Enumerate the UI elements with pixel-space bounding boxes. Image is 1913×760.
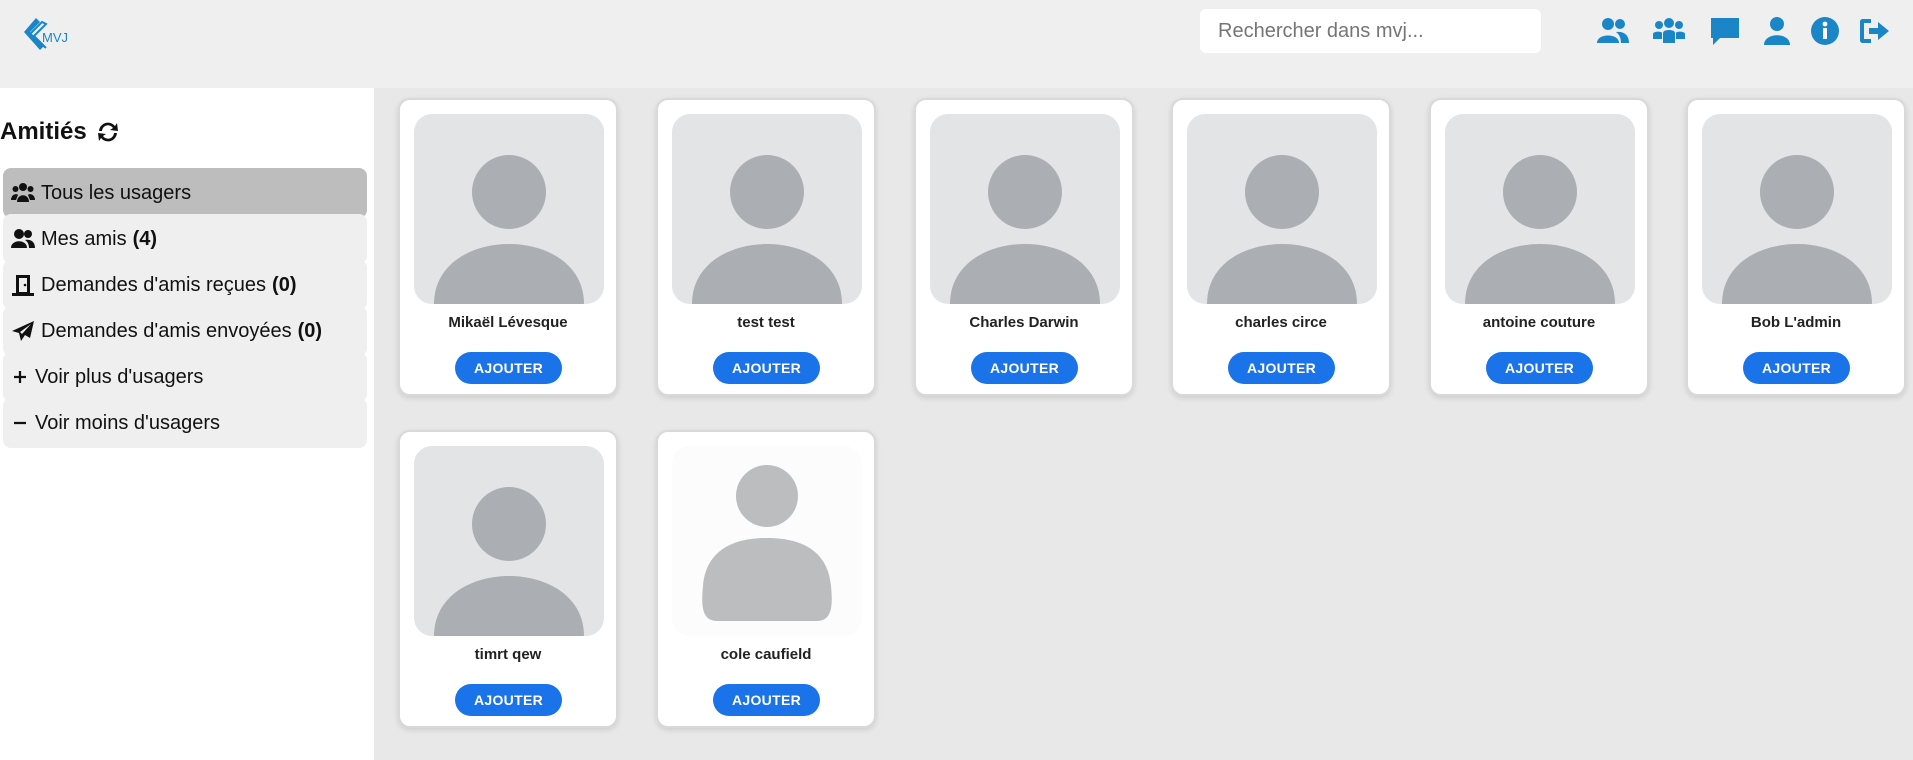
paper-plane-icon	[12, 321, 34, 341]
sidebar-item-label: Demandes d'amis reçues	[41, 273, 267, 296]
avatar	[1445, 114, 1635, 304]
page-title: Amitiés	[0, 118, 121, 146]
add-friend-button[interactable]: AJOUTER	[455, 684, 562, 716]
user-name: cole caufield	[720, 646, 812, 663]
profile-icon[interactable]	[1758, 14, 1796, 48]
user-card: Mikaël Lévesque AJOUTER	[398, 98, 618, 396]
user-name: Charles Darwin	[969, 314, 1079, 331]
sidebar-item-all-users[interactable]: Tous les usagers	[3, 168, 367, 218]
sidebar-item-my-friends[interactable]: Mes amis (4)	[3, 214, 367, 264]
users-icon	[11, 183, 35, 202]
sidebar-item-show-more[interactable]: Voir plus d'usagers	[3, 352, 367, 402]
user-card: charles circe AJOUTER	[1171, 98, 1391, 396]
sidebar-item-label: Demandes d'amis envoyées	[41, 319, 292, 342]
minus-icon	[14, 421, 26, 425]
default-avatar-icon	[1465, 155, 1615, 304]
sidebar-item-label: Mes amis	[41, 227, 127, 250]
friends-icon	[11, 229, 35, 248]
door-icon	[12, 275, 34, 296]
add-friend-button[interactable]: AJOUTER	[455, 352, 562, 384]
avatar	[672, 446, 862, 636]
default-avatar-icon	[950, 155, 1100, 304]
title-text: Amitiés	[0, 118, 87, 145]
sidebar-item-sent-requests[interactable]: Demandes d'amis envoyées (0)	[3, 306, 367, 356]
avatar	[414, 446, 604, 636]
default-avatar-icon	[702, 465, 832, 621]
avatar	[930, 114, 1120, 304]
sidebar-item-show-less[interactable]: Voir moins d'usagers	[3, 398, 367, 448]
sidebar: Amitiés Tous les usagers Mes amis (4) De…	[0, 88, 374, 760]
sidebar-item-received-requests[interactable]: Demandes d'amis reçues (0)	[3, 260, 367, 310]
user-name: Mikaël Lévesque	[448, 314, 568, 331]
refresh-icon[interactable]	[95, 119, 121, 145]
mvj-logo[interactable]: MVJ	[20, 12, 72, 54]
user-name: timrt qew	[474, 646, 542, 663]
avatar	[1187, 114, 1377, 304]
search-input[interactable]	[1200, 9, 1541, 53]
user-name: Bob L'admin	[1750, 314, 1842, 331]
svg-text:MVJ: MVJ	[42, 30, 68, 45]
info-icon[interactable]	[1806, 14, 1844, 48]
add-friend-button[interactable]: AJOUTER	[713, 352, 820, 384]
sidebar-item-label: Voir moins d'usagers	[35, 411, 221, 434]
users-grid: Mikaël Lévesque AJOUTER test test AJOUTE…	[374, 88, 1913, 760]
user-name: charles circe	[1235, 314, 1327, 331]
add-friend-button[interactable]: AJOUTER	[1486, 352, 1593, 384]
logout-icon[interactable]	[1856, 14, 1894, 48]
user-card: antoine couture AJOUTER	[1429, 98, 1649, 396]
avatar	[1702, 114, 1892, 304]
received-count: (0)	[272, 273, 297, 296]
avatar	[672, 114, 862, 304]
logo-icon: MVJ	[24, 18, 68, 50]
default-avatar-icon	[434, 487, 584, 636]
sidebar-item-label: Voir plus d'usagers	[35, 365, 204, 388]
add-friend-button[interactable]: AJOUTER	[713, 684, 820, 716]
user-name: test test	[737, 314, 795, 331]
user-card: timrt qew AJOUTER	[398, 430, 618, 728]
sidebar-item-label: Tous les usagers	[41, 181, 192, 204]
users-icon[interactable]	[1594, 14, 1632, 48]
user-card: Bob L'admin AJOUTER	[1686, 98, 1906, 396]
add-friend-button[interactable]: AJOUTER	[971, 352, 1078, 384]
add-friend-button[interactable]: AJOUTER	[1228, 352, 1335, 384]
avatar	[414, 114, 604, 304]
user-name: antoine couture	[1482, 314, 1596, 331]
friends-count: (4)	[132, 227, 158, 250]
default-avatar-icon	[692, 155, 842, 304]
top-header: MVJ	[0, 0, 1913, 88]
user-card: cole caufield AJOUTER	[656, 430, 876, 728]
add-friend-button[interactable]: AJOUTER	[1743, 352, 1850, 384]
user-card: Charles Darwin AJOUTER	[914, 98, 1134, 396]
default-avatar-icon	[1722, 155, 1872, 304]
chat-icon[interactable]	[1706, 14, 1744, 48]
user-card: test test AJOUTER	[656, 98, 876, 396]
groups-icon[interactable]	[1650, 14, 1688, 48]
default-avatar-icon	[1207, 155, 1357, 304]
default-avatar-icon	[434, 155, 584, 304]
sent-count: (0)	[297, 319, 323, 342]
plus-icon	[14, 371, 26, 383]
